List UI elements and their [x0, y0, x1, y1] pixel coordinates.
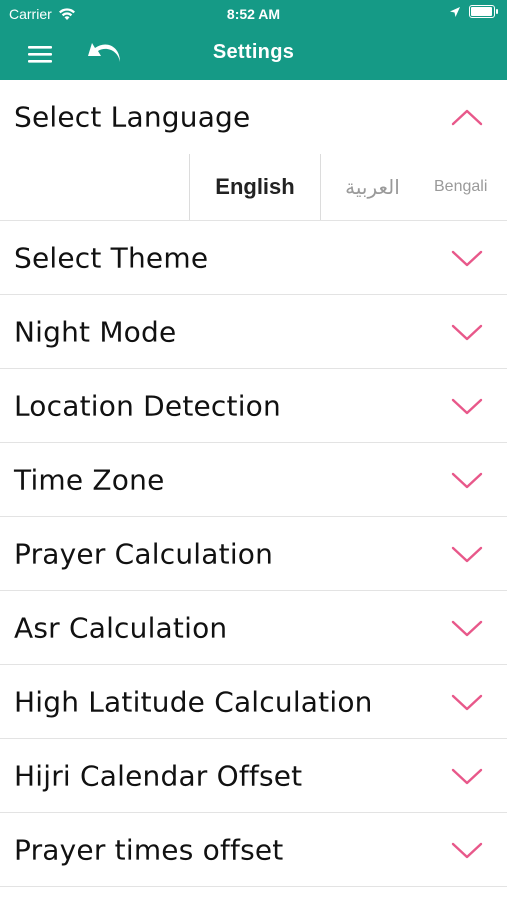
prayer-times-offset-row[interactable]: Prayer times offset [0, 813, 507, 887]
location-detection-label: Location Detection [14, 389, 281, 422]
battery-icon [469, 5, 498, 18]
location-arrow-icon [450, 6, 460, 17]
chevron-down-icon[interactable] [451, 248, 483, 268]
select-language-label: Select Language [14, 100, 251, 134]
status-time: 8:52 AM [226, 6, 281, 22]
time-zone-label: Time Zone [14, 463, 165, 496]
prayer-calculation-label: Prayer Calculation [14, 537, 274, 570]
language-options: English العربية Bengali [0, 154, 507, 221]
language-option-arabic[interactable]: العربية [320, 154, 425, 220]
hijri-calendar-offset-label: Hijri Calendar Offset [14, 759, 303, 792]
chevron-down-icon[interactable] [451, 544, 483, 564]
asr-calculation-row[interactable]: Asr Calculation [0, 591, 507, 665]
chevron-down-icon[interactable] [451, 840, 483, 860]
chevron-down-icon[interactable] [451, 396, 483, 416]
status-right [449, 5, 498, 18]
select-language-row[interactable]: Select Language [0, 80, 507, 154]
prayer-calculation-row[interactable]: Prayer Calculation [0, 517, 507, 591]
high-latitude-calculation-row[interactable]: High Latitude Calculation [0, 665, 507, 739]
chevron-down-icon[interactable] [451, 766, 483, 786]
chevron-up-icon[interactable] [451, 107, 483, 127]
high-latitude-calculation-label: High Latitude Calculation [14, 685, 373, 718]
language-option-english[interactable]: English [189, 154, 321, 220]
settings-list: Select Language English العربية Bengali … [0, 80, 507, 887]
chevron-down-icon[interactable] [451, 470, 483, 490]
night-mode-label: Night Mode [14, 315, 177, 348]
prayer-times-offset-label: Prayer times offset [14, 833, 284, 866]
select-theme-label: Select Theme [14, 241, 209, 274]
nav-bar: Settings [0, 28, 507, 80]
hijri-calendar-offset-row[interactable]: Hijri Calendar Offset [0, 739, 507, 813]
night-mode-row[interactable]: Night Mode [0, 295, 507, 369]
time-zone-row[interactable]: Time Zone [0, 443, 507, 517]
select-theme-row[interactable]: Select Theme [0, 221, 507, 295]
chevron-down-icon[interactable] [451, 618, 483, 638]
status-bar: Carrier 8:52 AM [0, 0, 507, 28]
chevron-down-icon[interactable] [451, 322, 483, 342]
language-option-bengali[interactable]: Bengali [426, 154, 507, 220]
page-title: Settings [212, 41, 295, 63]
location-detection-row[interactable]: Location Detection [0, 369, 507, 443]
chevron-down-icon[interactable] [451, 692, 483, 712]
asr-calculation-label: Asr Calculation [14, 611, 228, 644]
